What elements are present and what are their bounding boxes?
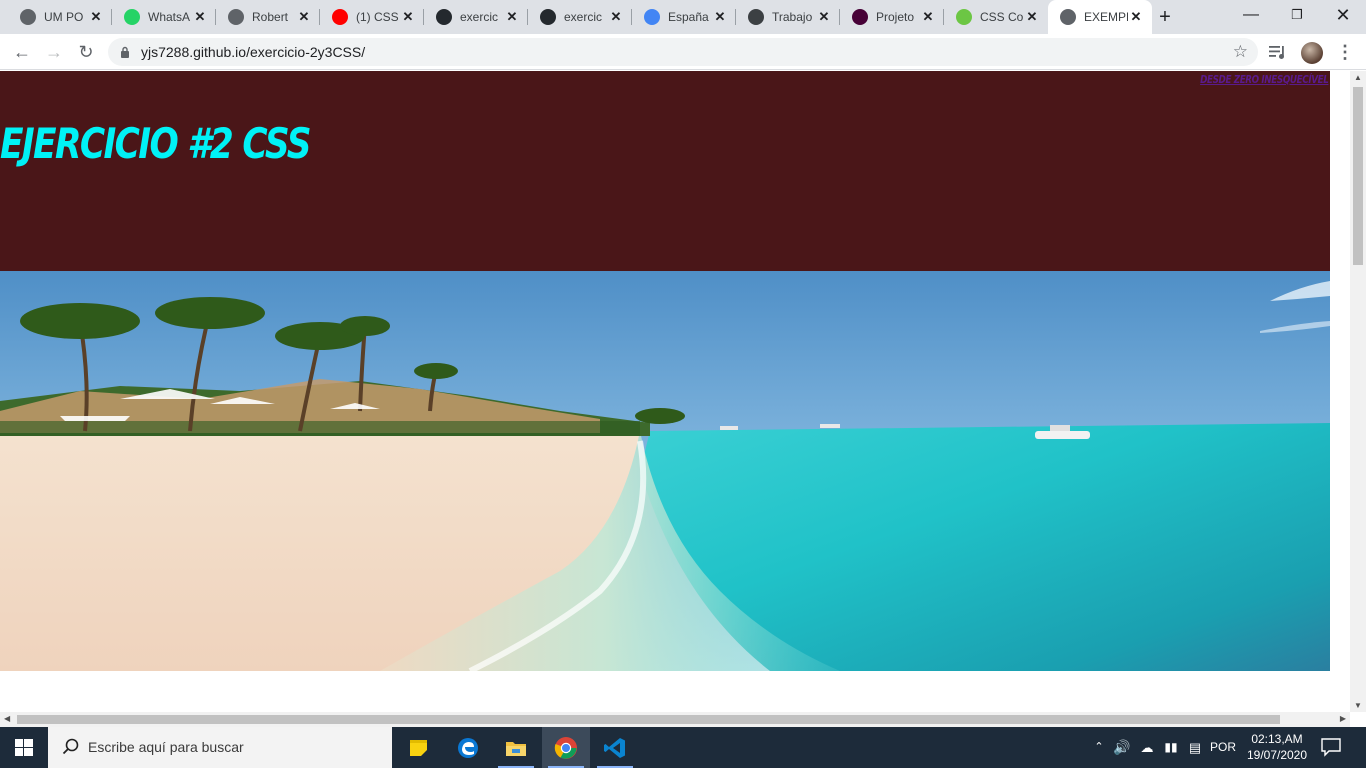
page-title: Ejercicio #2 CSS <box>0 119 312 168</box>
show-hidden-icons-icon[interactable]: ⌃ <box>1090 727 1108 768</box>
site-header: Desde zero Inesquecível Ejercicio #2 CSS <box>0 71 1330 271</box>
tab-title: UM PO <box>44 10 84 24</box>
windows-taskbar: Escribe aquí para buscar ⌃ 🔊 ☁ ▮▮ ▤ POR … <box>0 727 1366 768</box>
sticky-notes-icon[interactable] <box>395 727 443 768</box>
page-viewport: Desde zero Inesquecível Ejercicio #2 CSS <box>0 71 1350 712</box>
tab-close-icon[interactable]: ✕ <box>816 9 832 25</box>
battery-icon[interactable]: ▮▮ <box>1160 727 1182 768</box>
browser-tab[interactable]: Trabajo ✕ <box>736 0 840 34</box>
browser-tab[interactable]: UM PO ✕ <box>8 0 112 34</box>
tab-close-icon[interactable]: ✕ <box>192 9 208 25</box>
clock-time: 02:13,AM <box>1251 732 1303 746</box>
adobe-xd-icon <box>852 9 868 25</box>
clock-date: 19/07/2020 <box>1246 748 1308 762</box>
system-clock[interactable]: 02:13,AM 19/07/2020 <box>1242 731 1312 763</box>
tab-close-icon[interactable]: ✕ <box>608 9 624 25</box>
back-icon[interactable]: ← <box>8 38 36 66</box>
network-icon[interactable]: ▤ <box>1185 727 1205 768</box>
scroll-down-icon[interactable]: ▼ <box>1354 701 1362 710</box>
globe-icon <box>20 9 36 25</box>
browser-tab[interactable]: EXEMPL ✕ <box>1048 0 1152 34</box>
browser-toolbar: ← → ↻ yjs7288.github.io/exercicio-2y3CSS… <box>0 34 1366 70</box>
minimize-icon[interactable]: — <box>1228 0 1274 30</box>
horizontal-scroll-thumb[interactable] <box>17 715 1280 724</box>
notification-center-icon[interactable] <box>1320 737 1342 757</box>
taskbar-search-box[interactable]: Escribe aquí para buscar <box>48 727 392 768</box>
lock-icon[interactable] <box>120 46 130 58</box>
nav-link[interactable]: Desde zero Inesquecível <box>1200 73 1329 86</box>
media-control-icon[interactable] <box>1268 42 1288 62</box>
reload-icon[interactable]: ↻ <box>72 38 100 66</box>
tab-close-icon[interactable]: ✕ <box>1024 9 1040 25</box>
globe-icon <box>1060 9 1076 25</box>
browser-tab[interactable]: exercic ✕ <box>528 0 632 34</box>
browser-tab[interactable]: CSS Co ✕ <box>944 0 1048 34</box>
windows-start-icon[interactable] <box>0 727 48 768</box>
scroll-left-icon[interactable]: ◀ <box>4 714 10 723</box>
browser-tab[interactable]: España ✕ <box>632 0 736 34</box>
tab-title: exercic <box>564 10 603 24</box>
onedrive-icon[interactable]: ☁ <box>1137 727 1157 768</box>
tab-close-icon[interactable]: ✕ <box>400 9 416 25</box>
scroll-up-icon[interactable]: ▲ <box>1354 73 1362 82</box>
tab-close-icon[interactable]: ✕ <box>712 9 728 25</box>
tab-title: exercic <box>460 10 499 24</box>
edge-icon[interactable] <box>444 727 492 768</box>
new-tab-button[interactable]: + <box>1151 4 1179 30</box>
whatsapp-icon <box>124 9 140 25</box>
youtube-icon <box>332 9 348 25</box>
tab-title: WhatsA <box>148 10 191 24</box>
restore-icon[interactable]: ❐ <box>1274 0 1320 30</box>
close-window-icon[interactable]: ✕ <box>1320 0 1366 30</box>
vertical-scrollbar[interactable]: ▲ ▼ <box>1350 71 1366 712</box>
contact-icon <box>748 9 764 25</box>
tab-close-icon[interactable]: ✕ <box>296 9 312 25</box>
browser-tab[interactable]: exercic ✕ <box>424 0 528 34</box>
chrome-icon[interactable] <box>542 727 590 768</box>
tab-title: Projeto <box>876 10 915 24</box>
search-placeholder[interactable]: Escribe aquí para buscar <box>88 727 244 768</box>
file-explorer-icon[interactable] <box>492 727 540 768</box>
tab-close-icon[interactable]: ✕ <box>920 9 936 25</box>
chrome-menu-icon[interactable]: ⋮ <box>1333 38 1357 66</box>
tab-title: España <box>668 10 709 24</box>
tab-title: (1) CSS <box>356 10 399 24</box>
github-icon <box>436 9 452 25</box>
language-indicator[interactable]: POR <box>1208 727 1238 768</box>
volume-icon[interactable]: 🔊 <box>1112 727 1132 768</box>
browser-tab[interactable]: (1) CSS ✕ <box>320 0 424 34</box>
tab-title: Robert <box>252 10 289 24</box>
tab-close-icon[interactable]: ✕ <box>88 9 104 25</box>
browser-tab[interactable]: Projeto ✕ <box>840 0 944 34</box>
hero-beach-image <box>0 271 1330 671</box>
browser-tab[interactable]: WhatsA ✕ <box>112 0 216 34</box>
scroll-right-icon[interactable]: ▶ <box>1340 714 1346 723</box>
bookmark-star-icon[interactable]: ☆ <box>1233 38 1248 66</box>
espana-icon <box>644 9 660 25</box>
browser-tab[interactable]: Robert ✕ <box>216 0 320 34</box>
globe-icon <box>228 9 244 25</box>
w3-icon <box>956 9 972 25</box>
tab-close-icon[interactable]: ✕ <box>1128 9 1144 25</box>
github-icon <box>540 9 556 25</box>
horizontal-scrollbar[interactable]: ◀ ▶ <box>0 712 1350 727</box>
tab-title: EXEMPL <box>1084 10 1128 24</box>
tab-title: Trabajo <box>772 10 813 24</box>
search-icon <box>62 738 79 755</box>
forward-icon[interactable]: → <box>40 38 68 66</box>
address-bar[interactable]: yjs7288.github.io/exercicio-2y3CSS/ ☆ <box>108 38 1258 66</box>
vscode-icon[interactable] <box>591 727 639 768</box>
url-text[interactable]: yjs7288.github.io/exercicio-2y3CSS/ <box>141 38 365 66</box>
browser-tab-strip: UM PO ✕ WhatsA ✕ Robert ✕ (1) CSS ✕ exercic ✕ exer… <box>0 0 1366 34</box>
vertical-scroll-thumb[interactable] <box>1353 87 1363 265</box>
tab-title: CSS Co <box>980 10 1024 24</box>
tab-close-icon[interactable]: ✕ <box>504 9 520 25</box>
profile-avatar[interactable] <box>1301 42 1323 64</box>
